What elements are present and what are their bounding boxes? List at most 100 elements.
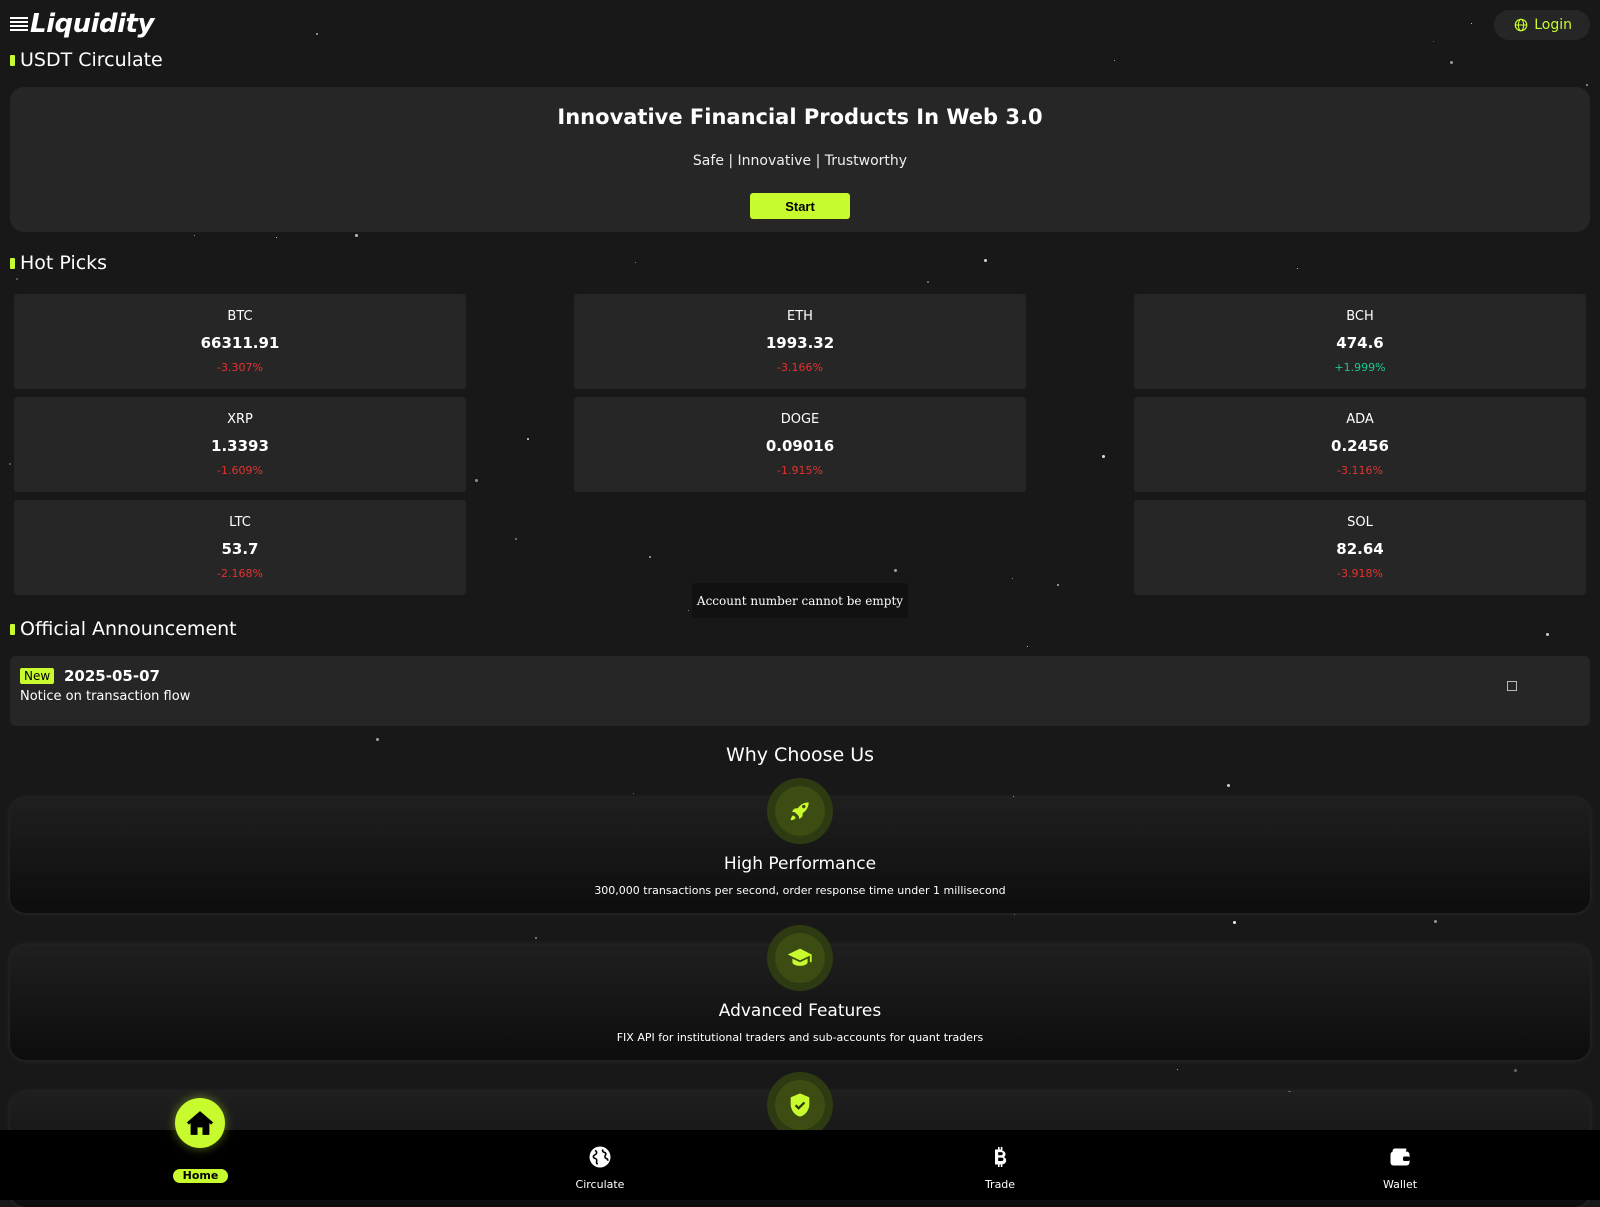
ticker-card-xrp[interactable]: XRP 1.3393 -1.609% <box>14 397 466 492</box>
ticker-card-eth[interactable]: ETH 1993.32 -3.166% <box>574 294 1026 389</box>
ticker-change: -1.609% <box>217 464 263 477</box>
star <box>16 278 18 280</box>
star <box>1450 61 1453 64</box>
globe-icon <box>1514 18 1528 32</box>
ticker-change: +1.999% <box>1334 361 1386 374</box>
login-label: Login <box>1534 17 1572 33</box>
announcement-item[interactable]: New 2025-05-07 Notice on transaction flo… <box>10 656 1590 726</box>
section-title-text: Hot Picks <box>20 252 108 274</box>
feature-title: High Performance <box>723 854 877 874</box>
star <box>633 793 634 794</box>
nav-item-home[interactable] <box>175 1098 225 1148</box>
brand: Liquidity <box>10 8 154 40</box>
feature-description: 300,000 transactions per second, order r… <box>594 884 1006 897</box>
ticker-price: 53.7 <box>221 540 259 558</box>
feature-icon-badge <box>767 925 833 991</box>
feature-title: Advanced Features <box>718 1001 882 1021</box>
star <box>1177 1069 1178 1070</box>
star <box>535 937 537 939</box>
star <box>276 237 277 238</box>
globe-icon <box>589 1146 611 1168</box>
ticker-symbol: BCH <box>1346 309 1374 324</box>
ticker-symbol: SOL <box>1347 515 1373 530</box>
star <box>1514 1069 1517 1072</box>
nav-item-circulate[interactable]: Circulate <box>525 1130 675 1200</box>
hero-subtitle: Safe | Innovative | Trustworthy <box>692 153 908 169</box>
ticker-change: -3.116% <box>1337 464 1383 477</box>
ticker-symbol: LTC <box>229 515 251 530</box>
ticker-price: 0.2456 <box>1331 437 1389 455</box>
error-toast: Account number cannot be empty <box>692 583 908 618</box>
why-choose-us-title: Why Choose Us <box>725 744 875 766</box>
title-accent-bar <box>10 257 15 269</box>
ticker-change: -3.166% <box>777 361 823 374</box>
ticker-change: -3.307% <box>217 361 263 374</box>
star <box>927 281 929 283</box>
ticker-card-ada[interactable]: ADA 0.2456 -3.116% <box>1134 397 1586 492</box>
star <box>1114 60 1115 61</box>
section-title-text: Official Announcement <box>20 618 237 640</box>
star <box>1586 84 1588 86</box>
shield-check-icon <box>790 1093 810 1117</box>
star <box>649 556 651 558</box>
bitcoin-icon <box>995 1147 1007 1167</box>
nav-label: Circulate <box>575 1178 625 1191</box>
nav-label: Trade <box>984 1178 1016 1191</box>
graduation-cap-icon <box>787 948 812 966</box>
ticker-card-doge[interactable]: DOGE 0.09016 -1.915% <box>574 397 1026 492</box>
ticker-change: -3.918% <box>1337 567 1383 580</box>
section-title-announcement: Official Announcement <box>10 618 237 640</box>
ticker-card-bch[interactable]: BCH 474.6 +1.999% <box>1134 294 1586 389</box>
section-title-text: USDT Circulate <box>20 49 163 71</box>
menu-icon[interactable] <box>10 17 28 31</box>
nav-label-home: Home <box>173 1169 228 1183</box>
hero-title: Innovative Financial Products In Web 3.0 <box>557 105 1043 129</box>
star <box>1434 920 1437 923</box>
section-title-hot-picks: Hot Picks <box>10 252 107 274</box>
star <box>376 738 379 741</box>
hero-banner: Innovative Financial Products In Web 3.0… <box>10 87 1590 232</box>
top-header: Liquidity Login <box>0 0 1600 50</box>
star <box>475 479 478 482</box>
star <box>1227 784 1230 787</box>
star <box>635 262 636 263</box>
ticker-card-btc[interactable]: BTC 66311.91 -3.307% <box>14 294 466 389</box>
feature-icon-badge <box>767 778 833 844</box>
star <box>1027 646 1028 647</box>
home-icon <box>186 1111 214 1135</box>
star <box>1546 633 1549 636</box>
star <box>1057 584 1059 586</box>
star <box>1014 914 1015 915</box>
star <box>1297 268 1298 269</box>
start-button[interactable]: Start <box>750 193 850 219</box>
ticker-change: -2.168% <box>217 567 263 580</box>
star <box>984 259 987 262</box>
star <box>355 234 358 237</box>
bottom-navigation: Circulate Trade Wallet <box>0 1130 1600 1200</box>
missing-glyph-icon <box>1507 681 1517 691</box>
login-button[interactable]: Login <box>1494 10 1590 40</box>
feature-description: FIX API for institutional traders and su… <box>616 1031 984 1044</box>
ticker-price: 66311.91 <box>200 334 280 352</box>
wallet-icon <box>1390 1148 1410 1166</box>
star <box>1013 796 1014 797</box>
ticker-symbol: ETH <box>787 309 813 324</box>
nav-item-wallet[interactable]: Wallet <box>1325 1130 1475 1200</box>
ticker-price: 82.64 <box>1336 540 1384 558</box>
star <box>894 569 897 572</box>
ticker-price: 0.09016 <box>765 437 835 455</box>
ticker-card-ltc[interactable]: LTC 53.7 -2.168% <box>14 500 466 595</box>
ticker-symbol: ADA <box>1346 412 1374 427</box>
logo: Liquidity <box>30 9 154 39</box>
ticker-symbol: DOGE <box>780 412 820 427</box>
star <box>515 538 517 540</box>
nav-item-trade[interactable]: Trade <box>925 1130 1075 1200</box>
announcement-title: Notice on transaction flow <box>20 689 191 704</box>
title-accent-bar <box>10 54 15 66</box>
announcement-date: 2025-05-07 <box>64 667 160 685</box>
star <box>9 463 11 465</box>
title-accent-bar <box>10 623 15 635</box>
rocket-icon <box>790 802 809 821</box>
star <box>527 438 529 440</box>
ticker-card-sol[interactable]: SOL 82.64 -3.918% <box>1134 500 1586 595</box>
